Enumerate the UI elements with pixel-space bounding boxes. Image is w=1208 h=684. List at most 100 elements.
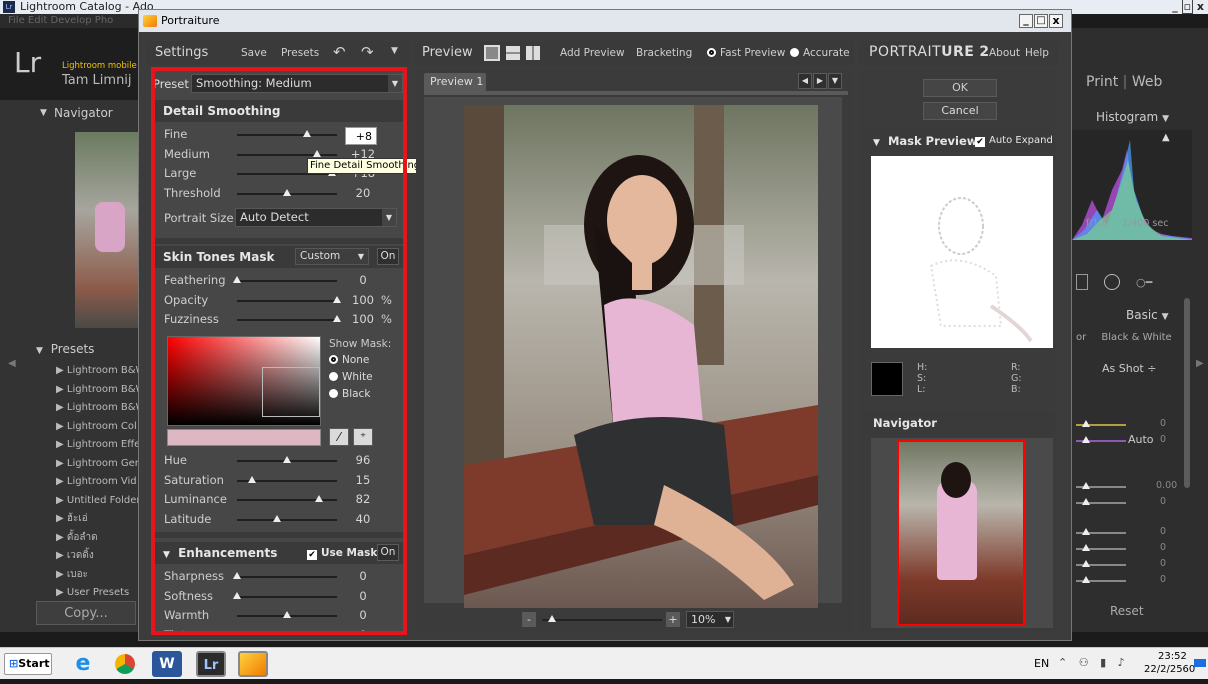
clock-date[interactable]: 22/2/2560 — [1144, 664, 1195, 675]
lr-slider-thumb[interactable] — [1082, 482, 1090, 489]
presets-button[interactable]: Presets — [281, 47, 319, 59]
lr-slider-thumb[interactable] — [1082, 544, 1090, 551]
redo-icon[interactable]: ↷ — [361, 43, 374, 61]
internet-explorer-icon[interactable]: e — [68, 651, 98, 677]
zoom-slider-thumb[interactable] — [548, 615, 556, 622]
navigator-header: Navigator — [863, 412, 1055, 434]
preset-folder-item[interactable]: ▶ ฮ้ะเอ่ — [56, 510, 140, 529]
language-indicator[interactable]: EN — [1034, 657, 1049, 670]
preview-tab[interactable]: Preview 1 — [424, 73, 486, 91]
preset-folder-item[interactable]: ▶ เบอะ — [56, 566, 140, 585]
preset-folder-item[interactable]: ▶ Lightroom B&W — [56, 381, 145, 400]
zoom-out-button[interactable]: - — [522, 612, 536, 627]
accurate-radio[interactable]: Accurate — [790, 47, 850, 59]
preset-folder-item[interactable]: ▶ Lightroom Vid — [56, 473, 140, 492]
minimize-button[interactable]: _ — [1019, 14, 1033, 28]
lightroom-identity-plate: Lr Lightroom mobile Tam Limnij — [0, 28, 140, 100]
preset-folder-item[interactable]: ▶ ดั้อลำด — [56, 529, 140, 548]
save-button[interactable]: Save — [241, 47, 267, 59]
cancel-button[interactable]: Cancel — [923, 102, 997, 120]
auto-expand-checkbox[interactable]: ✔ Auto Expand — [975, 130, 1053, 152]
preset-folder-item[interactable]: ▶ Lightroom Effe — [56, 436, 140, 455]
lr-slider-track[interactable] — [1076, 544, 1126, 551]
lr-slider-value[interactable]: 0 — [1160, 574, 1166, 585]
lr-slider-value[interactable]: 0 — [1160, 542, 1166, 553]
lr-slider-track[interactable] — [1076, 436, 1126, 443]
portrait-photo[interactable] — [464, 105, 818, 608]
navigator-view-rect[interactable] — [897, 440, 1025, 626]
lr-slider-value[interactable]: 0 — [1160, 418, 1166, 429]
split-horizontal-icon[interactable] — [506, 46, 520, 60]
lr-slider-thumb[interactable] — [1082, 498, 1090, 505]
bracketing-button[interactable]: Bracketing — [636, 47, 692, 59]
lightroom-taskbar-icon[interactable]: Lr — [196, 651, 226, 677]
preset-folder-item[interactable]: ▶ Untitled Folder — [56, 492, 141, 511]
help-button[interactable]: Help — [1025, 47, 1049, 59]
portraiture-taskbar-icon[interactable] — [238, 651, 268, 677]
single-view-icon[interactable] — [484, 45, 500, 61]
preset-folder-item[interactable]: ▶ Lightroom B&W — [56, 399, 145, 418]
start-label: Start — [18, 657, 50, 670]
lr-slider-track[interactable] — [1076, 482, 1126, 489]
show-desktop-button[interactable] — [1194, 659, 1206, 667]
tab-left-arrow-icon[interactable]: ◀ — [798, 73, 812, 89]
preview-pane: Preview 1 ◀ ▶ ▼ - + 10% ▼ — [416, 70, 852, 634]
lr-slider-thumb[interactable] — [1082, 576, 1090, 583]
undo-icon[interactable]: ↶ — [333, 43, 346, 61]
lightroom-presets-list: ▶ Lightroom B&W ▶ Lightroom B&W ▶ Lightroo… — [56, 362, 145, 603]
tray-icons[interactable]: ⌃ ⚇ ▮ ♪ — [1058, 656, 1129, 669]
fast-preview-radio[interactable]: Fast Preview — [707, 47, 785, 59]
lr-slider-track[interactable] — [1076, 528, 1126, 535]
start-button[interactable]: ⊞Start — [4, 653, 52, 675]
lr-slider-track[interactable] — [1076, 498, 1126, 505]
brand-part-a: PORTRAIT — [869, 44, 942, 60]
about-button[interactable]: About — [989, 47, 1020, 59]
lr-slider-track[interactable] — [1076, 420, 1126, 427]
rgb-readout: R: G: B: — [1011, 362, 1022, 395]
clock-time[interactable]: 23:52 — [1158, 651, 1187, 662]
lightroom-presets-header[interactable]: ▼ Presets — [36, 342, 140, 360]
reset-button[interactable]: Reset — [1110, 604, 1144, 618]
preset-folder-item[interactable]: ▶ Lightroom Gen — [56, 455, 141, 474]
right-panel-scrollbar[interactable] — [1184, 298, 1190, 488]
lightroom-right-edge-arrow[interactable]: ▶ — [1196, 358, 1204, 369]
preset-folder-item[interactable]: ▶ User Presets — [56, 584, 140, 603]
settings-menu-arrow-icon[interactable]: ▼ — [391, 46, 398, 56]
lr-slider-value[interactable]: 0.00 — [1156, 480, 1177, 491]
word-icon[interactable]: W — [152, 651, 182, 677]
tab-right-arrow-icon[interactable]: ▶ — [813, 73, 827, 89]
lightroom-left-edge-arrow[interactable]: ◀ — [8, 358, 16, 369]
tab-menu-arrow-icon[interactable]: ▼ — [828, 73, 842, 89]
lr-slider-thumb[interactable] — [1082, 436, 1090, 443]
preset-folder-item[interactable]: ▶ เวดดิ้ง — [56, 547, 140, 566]
lightroom-menu-bar[interactable]: File Edit Develop Pho — [0, 14, 140, 28]
lightroom-window-controls[interactable]: _ ▫ x — [1172, 0, 1204, 14]
zoom-slider[interactable] — [542, 615, 662, 622]
chrome-icon[interactable] — [110, 651, 140, 677]
lightroom-window-title: Lightroom Catalog - Ado — [20, 0, 154, 13]
lr-slider-thumb[interactable] — [1082, 420, 1090, 427]
maximize-button[interactable]: □ — [1034, 14, 1048, 28]
preset-folder-item[interactable]: ▶ Lightroom Col — [56, 418, 140, 437]
split-vertical-icon[interactable] — [526, 46, 540, 60]
lr-slider-track[interactable] — [1076, 560, 1126, 567]
close-button[interactable]: x — [1049, 14, 1063, 28]
zoom-in-button[interactable]: + — [666, 612, 680, 627]
navigator-label: Navigator — [54, 106, 113, 120]
copy-button[interactable]: Copy... — [36, 601, 136, 625]
lightroom-navigator-header[interactable]: ▼ Navigator — [0, 106, 140, 124]
lr-slider-thumb[interactable] — [1082, 528, 1090, 535]
lr-slider-track[interactable] — [1076, 576, 1126, 583]
lr-slider-value[interactable]: 0 — [1160, 558, 1166, 569]
preset-folder-item[interactable]: ▶ Lightroom B&W — [56, 362, 145, 381]
lr-slider-thumb[interactable] — [1082, 560, 1090, 567]
zoom-select[interactable]: 10% ▼ — [686, 611, 734, 628]
ok-button[interactable]: OK — [923, 79, 997, 97]
add-preview-button[interactable]: Add Preview — [560, 47, 625, 59]
lr-slider-value[interactable]: 0 — [1160, 496, 1166, 507]
navigator-view — [871, 438, 1053, 628]
collapse-triangle-icon: ▼ — [36, 346, 43, 356]
hsl-label: S: — [917, 373, 927, 384]
lr-slider-value[interactable]: 0 — [1160, 526, 1166, 537]
lr-slider-value[interactable]: 0 — [1160, 434, 1166, 445]
